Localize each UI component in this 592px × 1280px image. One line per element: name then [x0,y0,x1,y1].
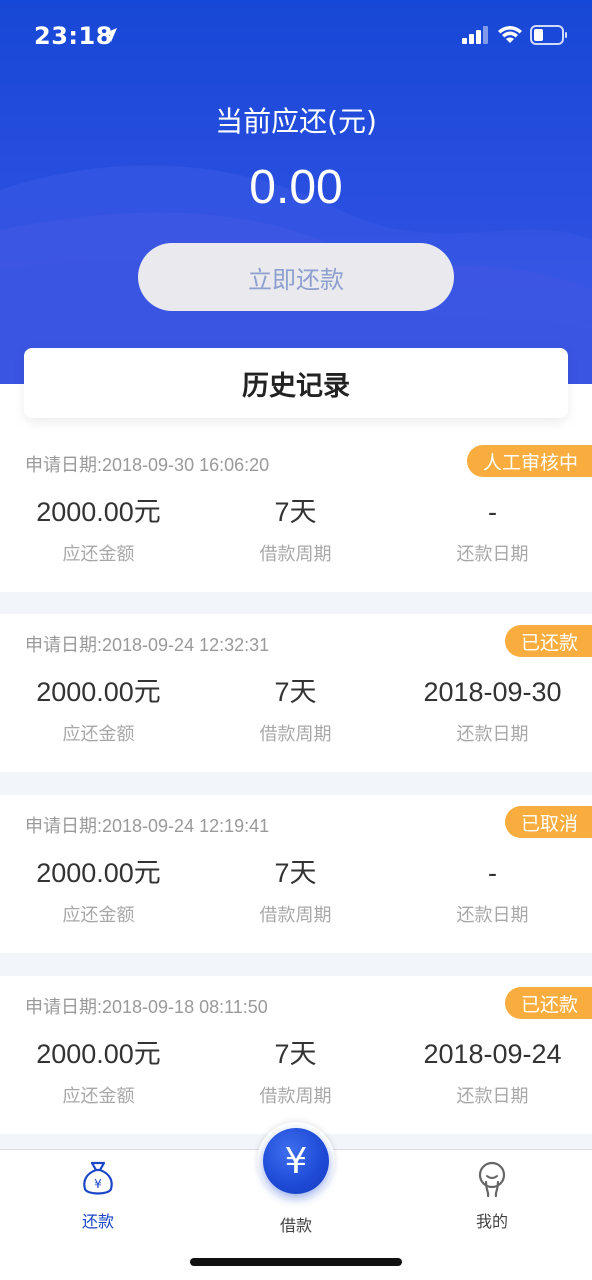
due-label: 当前应还(元) [215,105,377,138]
tab-mine-label: 我的 [475,1212,508,1231]
yen-icon: ¥ [284,1140,308,1182]
record-amount-label: 应还金额 [62,724,135,745]
record-item[interactable]: 申请日期:2018-09-24 12:19:41 已取消 2000.00元应还金… [0,795,592,953]
record-amount-label: 应还金额 [62,905,135,926]
record-status-badge: 已还款 [504,625,592,657]
battery-icon [530,25,567,45]
tab-repay[interactable]: ¥ 还款 [38,1160,158,1232]
record-date: 申请日期:2018-09-30 16:06:20 [25,455,270,475]
record-status-badge: 人工审核中 [466,445,592,477]
record-date: 申请日期:2018-09-18 08:11:50 [25,997,268,1017]
home-indicator [190,1258,402,1266]
borrow-fab-button[interactable]: ¥ [263,1128,329,1194]
record-period-label: 借款周期 [259,905,332,926]
record-repay-date: 2018-09-30 [423,677,562,707]
status-bar: 23:18 [0,0,592,74]
record-repay-date-label: 还款日期 [456,905,529,926]
wifi-icon [498,26,522,43]
record-item[interactable]: 申请日期:2018-09-18 08:11:50 已还款 2000.00元应还金… [0,976,592,1134]
record-amount: 2000.00元 [36,677,161,707]
tab-repay-label: 还款 [81,1212,114,1231]
money-bag-icon: ¥ [83,1161,113,1195]
repay-now-button[interactable]: 立即还款 [138,243,454,311]
record-amount: 2000.00元 [36,1039,161,1069]
record-period: 7天 [274,1039,317,1069]
record-period: 7天 [274,677,317,707]
record-period: 7天 [274,858,317,888]
record-amount: 2000.00元 [36,497,161,527]
tab-mine[interactable]: 我的 [432,1160,552,1232]
tab-borrow-label: 借款 [279,1216,312,1235]
record-item[interactable]: 申请日期:2018-09-30 16:06:20 人工审核中 2000.00元应… [0,434,592,592]
record-repay-date-label: 还款日期 [456,1086,529,1107]
record-item[interactable]: 申请日期:2018-09-24 12:32:31 已还款 2000.00元应还金… [0,614,592,772]
record-date: 申请日期:2018-09-24 12:32:31 [25,635,270,655]
record-period-label: 借款周期 [259,724,332,745]
record-repay-date: 2018-09-24 [423,1039,562,1069]
history-title: 历史记录 [24,348,568,418]
signal-icon [462,26,488,44]
record-status-badge: 已取消 [504,806,592,838]
location-arrow-icon [103,28,117,42]
record-status-badge: 已还款 [504,987,592,1019]
record-amount-label: 应还金额 [62,544,135,565]
record-period-label: 借款周期 [259,544,332,565]
tab-borrow[interactable]: 借款 [236,1206,356,1236]
record-period-label: 借款周期 [259,1086,332,1107]
record-amount: 2000.00元 [36,858,161,888]
record-period: 7天 [274,497,317,527]
money-bag-symbol: ¥ [94,1177,102,1191]
record-repay-date: - [488,858,497,888]
record-repay-date-label: 还款日期 [456,724,529,745]
due-amount: 0.00 [249,161,343,214]
record-date: 申请日期:2018-09-24 12:19:41 [25,816,270,836]
borrow-fab-ring: ¥ [257,1122,335,1200]
record-repay-date-label: 还款日期 [456,544,529,565]
profile-icon [478,1161,506,1198]
record-amount-label: 应还金额 [62,1086,135,1107]
record-repay-date: - [488,497,497,527]
